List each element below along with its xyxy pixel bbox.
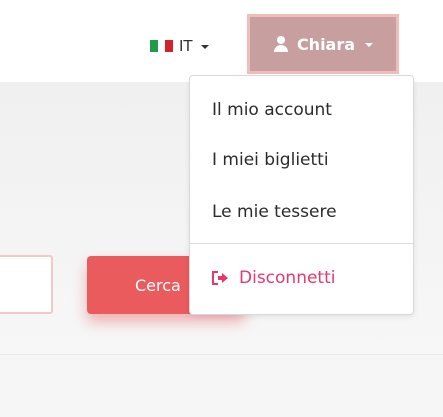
sign-out-icon	[212, 271, 228, 285]
logout-label: Disconnetti	[239, 268, 336, 288]
menu-item-my-account[interactable]: Il mio account	[212, 100, 332, 120]
search-input[interactable]	[0, 255, 53, 314]
menu-item-my-cards[interactable]: Le mie tessere	[212, 202, 337, 222]
caret-down-icon	[365, 43, 374, 47]
caret-down-icon	[200, 45, 209, 49]
user-menu-button[interactable]: Chiara	[247, 14, 399, 74]
menu-item-my-tickets[interactable]: I miei biglietti	[212, 150, 329, 170]
user-name: Chiara	[296, 34, 356, 54]
menu-divider	[190, 243, 413, 244]
user-icon	[273, 36, 289, 52]
lower-section	[0, 354, 443, 417]
language-selector[interactable]: IT	[150, 36, 209, 56]
user-dropdown-menu: Il mio account I miei biglietti Le mie t…	[189, 75, 414, 315]
top-navbar: IT Chiara	[0, 0, 443, 83]
language-label: IT	[179, 37, 193, 55]
menu-item-logout[interactable]: Disconnetti	[212, 268, 335, 288]
italy-flag-icon	[150, 40, 174, 52]
search-button-label: Cerca	[135, 275, 181, 295]
